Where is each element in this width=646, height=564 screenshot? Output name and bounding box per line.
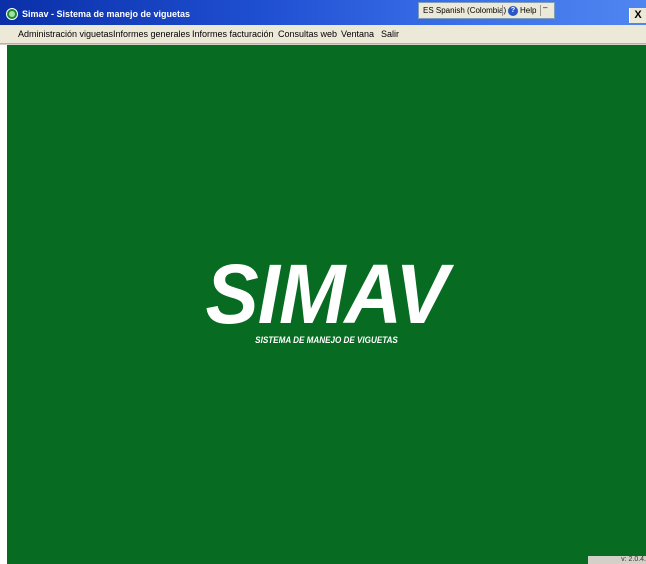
- menu-bar: Administración viguetas Informes general…: [0, 25, 646, 44]
- language-selector[interactable]: ES Spanish (Colombia): [423, 6, 506, 15]
- menu-item-informes-generales[interactable]: Informes generales: [113, 29, 190, 39]
- close-button[interactable]: X: [629, 8, 646, 23]
- help-icon[interactable]: ?: [508, 6, 518, 16]
- menu-item-administracion-viguetas[interactable]: Administración viguetas: [18, 29, 113, 39]
- simav-logo: SIMAV SISTEMA DE MANEJO DE VIGUETAS: [7, 251, 646, 345]
- menu-item-consultas-web[interactable]: Consultas web: [278, 29, 337, 39]
- logo-title: SIMAV: [205, 247, 448, 341]
- mdi-workspace: SIMAV SISTEMA DE MANEJO DE VIGUETAS: [7, 45, 646, 564]
- app-window: Simav - Sistema de manejo de viguetas ES…: [0, 0, 646, 564]
- language-bar[interactable]: ES Spanish (Colombia) ? Help –: [418, 2, 555, 19]
- logo-subtitle: SISTEMA DE MANEJO DE VIGUETAS: [255, 335, 398, 345]
- version-label: v: 2.0.4.: [588, 556, 646, 564]
- language-bar-divider: [502, 5, 503, 16]
- app-icon[interactable]: [6, 8, 18, 20]
- window-left-border: [0, 45, 7, 564]
- language-bar-options-button[interactable]: –: [543, 3, 548, 12]
- menu-item-informes-facturacion[interactable]: Informes facturación: [192, 29, 274, 39]
- language-bar-divider-2: [540, 5, 541, 16]
- menu-item-ventana[interactable]: Ventana: [341, 29, 374, 39]
- window-title: Simav - Sistema de manejo de viguetas: [22, 9, 191, 19]
- help-button[interactable]: Help: [520, 6, 536, 15]
- options-glyph: –: [543, 3, 548, 12]
- menu-item-salir[interactable]: Salir: [381, 29, 399, 39]
